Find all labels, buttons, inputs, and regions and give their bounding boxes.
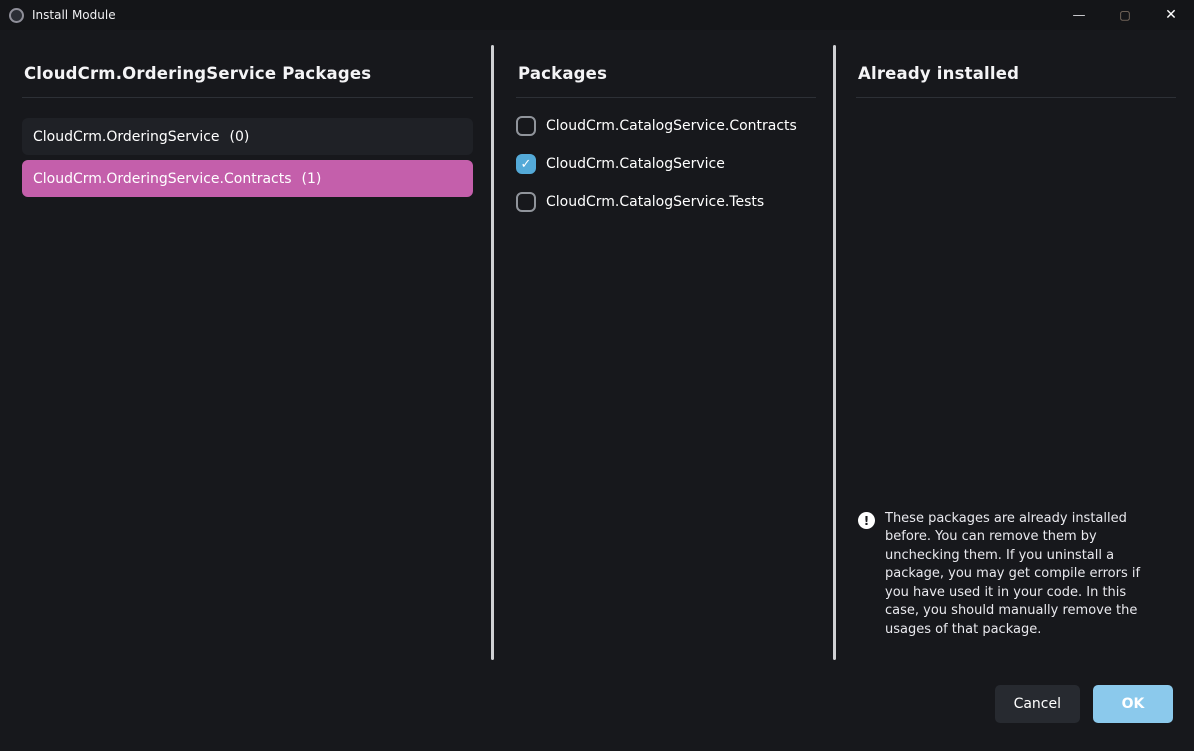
column-divider bbox=[491, 45, 494, 660]
info-note-text: These packages are already installed bef… bbox=[885, 510, 1153, 639]
project-label: CloudCrm.OrderingService bbox=[33, 129, 220, 145]
checkbox[interactable]: ✓ bbox=[516, 116, 536, 136]
packages-panel: Packages ✓ CloudCrm.CatalogService.Contr… bbox=[516, 58, 816, 212]
minimize-button[interactable]: — bbox=[1056, 0, 1102, 30]
checkbox[interactable]: ✓ bbox=[516, 192, 536, 212]
dialog-footer: Cancel OK bbox=[995, 685, 1173, 723]
close-icon: ✕ bbox=[1165, 7, 1177, 23]
window-title: Install Module bbox=[32, 8, 116, 22]
already-installed-header: Already installed bbox=[856, 58, 1176, 98]
maximize-button[interactable]: ▢ bbox=[1102, 0, 1148, 30]
title-bar: Install Module — ▢ ✕ bbox=[0, 0, 1194, 30]
project-label: CloudCrm.OrderingService.Contracts bbox=[33, 171, 292, 187]
project-row-orderingservice[interactable]: CloudCrm.OrderingService (0) bbox=[22, 118, 473, 155]
package-row-catalogservice[interactable]: ✓ CloudCrm.CatalogService bbox=[516, 154, 816, 174]
dialog-content: CloudCrm.OrderingService Packages CloudC… bbox=[0, 30, 1194, 751]
app-icon bbox=[9, 8, 24, 23]
packages-panel-header: Packages bbox=[516, 58, 816, 98]
project-row-orderingservice-contracts[interactable]: CloudCrm.OrderingService.Contracts (1) bbox=[22, 160, 473, 197]
package-row-catalogservice-contracts[interactable]: ✓ CloudCrm.CatalogService.Contracts bbox=[516, 116, 816, 136]
project-count-badge: (1) bbox=[302, 171, 322, 187]
project-count-badge: (0) bbox=[230, 129, 250, 145]
already-installed-panel: Already installed ! These packages are a… bbox=[856, 58, 1176, 688]
projects-panel-header: CloudCrm.OrderingService Packages bbox=[22, 58, 473, 98]
packages-list: ✓ CloudCrm.CatalogService.Contracts ✓ Cl… bbox=[516, 116, 816, 212]
install-module-window: Install Module — ▢ ✕ CloudCrm.OrderingSe… bbox=[0, 0, 1194, 751]
checkbox[interactable]: ✓ bbox=[516, 154, 536, 174]
maximize-icon: ▢ bbox=[1119, 8, 1130, 22]
info-icon: ! bbox=[858, 512, 875, 529]
column-divider bbox=[833, 45, 836, 660]
projects-list: CloudCrm.OrderingService (0) CloudCrm.Or… bbox=[22, 118, 473, 197]
minimize-icon: — bbox=[1073, 8, 1086, 23]
info-note: ! These packages are already installed b… bbox=[858, 510, 1158, 639]
cancel-button[interactable]: Cancel bbox=[995, 685, 1080, 723]
package-row-catalogservice-tests[interactable]: ✓ CloudCrm.CatalogService.Tests bbox=[516, 192, 816, 212]
projects-panel: CloudCrm.OrderingService Packages CloudC… bbox=[22, 58, 473, 202]
package-label: CloudCrm.CatalogService bbox=[546, 156, 725, 172]
ok-button[interactable]: OK bbox=[1093, 685, 1173, 723]
check-icon: ✓ bbox=[521, 158, 532, 171]
package-label: CloudCrm.CatalogService.Tests bbox=[546, 194, 764, 210]
package-label: CloudCrm.CatalogService.Contracts bbox=[546, 118, 797, 134]
close-button[interactable]: ✕ bbox=[1148, 0, 1194, 30]
